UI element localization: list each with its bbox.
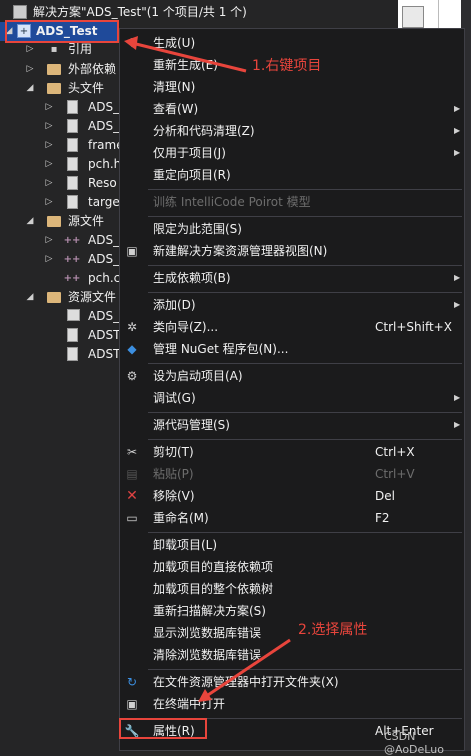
annotation-arrows (124, 36, 291, 702)
arrow-line-1 (131, 41, 247, 73)
arrow-head-1 (124, 36, 138, 50)
arrow-line-2 (204, 638, 291, 699)
annotation-step2: 2.选择属性 (298, 622, 368, 638)
annotation-step1: 1.右键项目 (252, 58, 322, 74)
watermark: CSDN @AoDeLuo (384, 730, 444, 756)
